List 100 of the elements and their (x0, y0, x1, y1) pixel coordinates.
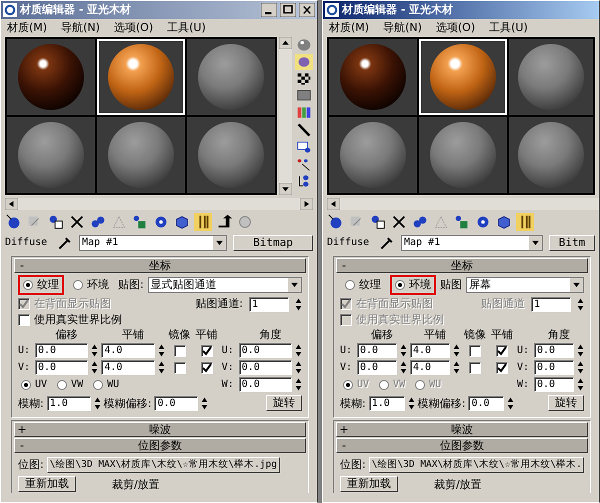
spinner-icon[interactable] (91, 343, 98, 358)
angle-field[interactable]: 0.0 (534, 343, 574, 358)
radio-button[interactable]: UV (18, 378, 50, 391)
angle-field[interactable]: 0.0 (238, 377, 292, 392)
blur-offset-field[interactable]: 0.0 (154, 396, 198, 411)
bitmap-path-button[interactable]: \绘图\3D MAX\材质库\木纹\☆常用木纹\榉木.jpg (46, 456, 280, 473)
rollout-header[interactable]: - 位图参数 (336, 438, 588, 454)
vertical-scrollbar[interactable] (279, 37, 292, 195)
checkbox[interactable] (496, 362, 508, 374)
offset-field[interactable]: 0.0 (35, 360, 88, 376)
radio-button[interactable]: 纹理 (20, 278, 62, 292)
map-name-dropdown[interactable]: Map #1 (79, 235, 227, 251)
horizontal-scrollbar[interactable] (327, 198, 599, 210)
mapping-dropdown[interactable]: 显式贴图通道 (148, 277, 302, 293)
spinner-icon[interactable] (453, 360, 460, 376)
channel-field[interactable]: 1 (249, 296, 289, 312)
rollout-header[interactable]: - 坐标 (336, 258, 588, 273)
checkbox[interactable] (200, 344, 213, 357)
spinner-icon[interactable] (158, 343, 165, 358)
menu-item[interactable]: 导航(N) (61, 21, 100, 35)
delete-icon[interactable] (68, 213, 86, 231)
tiling-field[interactable]: 4.0 (101, 343, 155, 358)
blur-offset-field[interactable]: 0.0 (468, 396, 504, 411)
tiling-field[interactable]: 4.0 (410, 360, 450, 376)
tiling-field[interactable]: 4.0 (101, 360, 155, 376)
menu-item[interactable]: 工具(U) (489, 21, 528, 35)
offset-field[interactable]: 0.0 (357, 360, 397, 376)
rotate-button[interactable]: 旋转 (548, 395, 584, 412)
spinner-icon[interactable] (577, 343, 584, 358)
reload-button[interactable]: 重新加载 (18, 476, 76, 492)
spinner-icon[interactable] (294, 377, 302, 392)
bars-icon[interactable] (516, 213, 534, 231)
eyedropper-icon[interactable] (379, 235, 395, 251)
radio-button[interactable]: 环境 (392, 278, 434, 292)
cube-icon[interactable] (495, 213, 513, 231)
menu-item[interactable]: 材质(M) (329, 21, 370, 35)
cube-icon[interactable] (173, 213, 191, 231)
map-name-dropdown[interactable]: Map #1 (401, 235, 543, 251)
menu-item[interactable]: 材质(M) (7, 21, 48, 35)
angle-field[interactable]: 0.0 (534, 377, 574, 392)
copy-icon[interactable] (369, 213, 387, 231)
spinner-icon[interactable] (577, 377, 584, 392)
spinner-icon[interactable] (294, 360, 302, 376)
scroll-up-icon[interactable] (279, 37, 292, 49)
checkbox[interactable] (174, 344, 186, 357)
spinner-icon[interactable] (507, 396, 514, 411)
checkbox[interactable] (174, 362, 186, 374)
blur-field[interactable]: 1.0 (368, 396, 405, 411)
tiling-field[interactable]: 4.0 (410, 343, 450, 358)
map-type-button[interactable]: Bitm (549, 235, 595, 251)
rollout-header[interactable]: + 噪波 (14, 422, 306, 438)
rotate-button[interactable]: 旋转 (266, 395, 302, 412)
scroll-left-icon[interactable] (327, 198, 340, 210)
scroll-down-icon[interactable] (279, 183, 292, 195)
checkbox[interactable] (469, 362, 481, 374)
window-icon[interactable] (294, 139, 312, 155)
copy-icon[interactable] (47, 213, 65, 231)
spinner-icon[interactable] (577, 296, 584, 312)
delete-icon[interactable] (390, 213, 408, 231)
spinner-icon[interactable] (400, 360, 407, 376)
rollout-header[interactable]: + 噪波 (336, 422, 588, 438)
spinner-icon[interactable] (408, 396, 415, 411)
minimize-icon[interactable] (261, 3, 277, 17)
bitmap-path-button[interactable]: \绘图\3D MAX\材质库\木纹\☆常用木纹\榉木. (368, 456, 584, 473)
radio-button[interactable]: VW (54, 378, 86, 391)
menu-item[interactable]: 工具(U) (167, 21, 206, 35)
spinner-icon[interactable] (577, 360, 584, 376)
close-icon[interactable] (299, 3, 315, 17)
radio-button[interactable]: 环境 (70, 278, 112, 292)
checkbox[interactable] (469, 344, 481, 357)
angle-field[interactable]: 0.0 (238, 360, 292, 376)
spinner-icon[interactable] (158, 360, 165, 376)
checkbox[interactable] (18, 314, 30, 326)
spinner-icon[interactable] (201, 396, 208, 411)
angle-field[interactable]: 0.0 (238, 343, 292, 358)
menu-item[interactable]: 导航(N) (383, 21, 422, 35)
spinner-icon[interactable] (294, 343, 302, 358)
scroll-right-icon[interactable] (300, 198, 313, 210)
offset-field[interactable]: 0.0 (35, 343, 88, 358)
spinner-icon[interactable] (94, 396, 101, 411)
color-bars-icon[interactable] (294, 105, 312, 121)
spinner-icon[interactable] (91, 360, 98, 376)
rollout-header[interactable]: - 位图参数 (14, 438, 306, 454)
map-type-button[interactable]: Bitmap (233, 235, 313, 251)
rollout-header[interactable]: - 坐标 (14, 258, 306, 273)
radio-button[interactable]: WU (90, 378, 122, 391)
blur-field[interactable]: 1.0 (46, 396, 91, 411)
offset-field[interactable]: 0.0 (357, 343, 397, 358)
menu-item[interactable]: 选项(O) (436, 21, 476, 35)
checkbox[interactable] (200, 362, 213, 374)
bars-icon[interactable] (194, 213, 212, 231)
checkbox[interactable] (496, 344, 508, 357)
horizontal-scrollbar[interactable] (5, 198, 313, 210)
reload-button[interactable]: 重新加载 (340, 476, 398, 492)
spinner-icon[interactable] (295, 296, 302, 312)
spinner-icon[interactable] (453, 343, 460, 358)
menu-item[interactable]: 选项(O) (114, 21, 154, 35)
angle-field[interactable]: 0.0 (534, 360, 574, 376)
checker-icon[interactable] (294, 71, 312, 87)
mapping-dropdown[interactable]: 屏幕 (466, 277, 584, 293)
